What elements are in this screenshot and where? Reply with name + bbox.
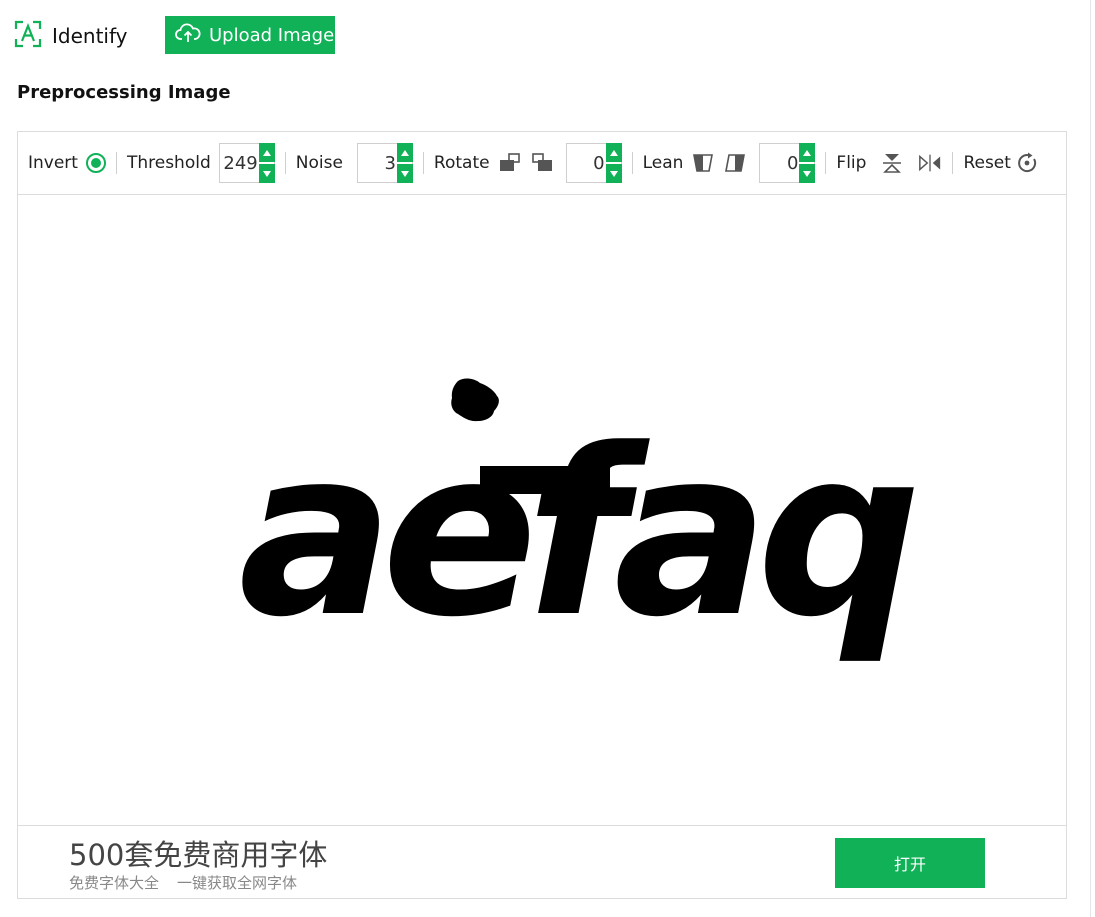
ad-title: 500套免费商用字体: [69, 838, 328, 872]
toolbar-divider: [825, 152, 827, 174]
rotate-control: Rotate: [434, 143, 622, 183]
flip-horizontal-icon[interactable]: [918, 151, 942, 175]
lean-left-icon[interactable]: [691, 151, 715, 175]
identify-label: Identify: [52, 24, 128, 48]
invert-label: Invert: [28, 153, 78, 173]
rotate-arrows: [605, 143, 622, 183]
rotate-label: Rotate: [433, 153, 490, 173]
threshold-label: Threshold: [126, 153, 211, 173]
noise-input[interactable]: [357, 145, 398, 181]
ad-sub-right: 一键获取全网字体: [177, 874, 298, 892]
section-title: Preprocessing Image: [17, 82, 231, 103]
flip-label: Flip: [836, 153, 867, 173]
reset-icon[interactable]: [1015, 151, 1039, 175]
lean-down-arrow-icon[interactable]: [799, 164, 816, 183]
page-right-border: [1090, 0, 1091, 917]
ad-subtitle: 免费字体大全 一键获取全网字体: [69, 872, 297, 893]
upload-image-button[interactable]: Upload Image: [165, 16, 335, 54]
lean-input[interactable]: [760, 145, 801, 181]
threshold-stepper[interactable]: [218, 143, 275, 183]
threshold-control: Threshold: [127, 143, 275, 183]
cloud-upload-icon: [175, 22, 201, 49]
image-preview-area: aefaq: [18, 195, 1066, 825]
lean-arrows: [799, 143, 816, 183]
noise-up-arrow-icon[interactable]: [396, 143, 413, 162]
flip-control: Flip: [836, 151, 942, 175]
preprocess-panel: Invert Threshold Noise: [17, 131, 1067, 899]
top-bar: Identify Upload Image: [14, 16, 335, 56]
threshold-arrows: [258, 143, 275, 183]
noise-control: Noise: [296, 143, 413, 183]
rotate-up-arrow-icon[interactable]: [605, 143, 622, 162]
noise-label: Noise: [295, 153, 343, 173]
lean-stepper[interactable]: [759, 143, 816, 183]
processed-image: aefaq: [238, 378, 926, 668]
ad-sub-left: 免费字体大全: [69, 874, 160, 892]
identify-tab[interactable]: Identify: [14, 20, 128, 52]
toolbar-divider: [284, 152, 286, 174]
upload-image-label: Upload Image: [209, 24, 335, 46]
invert-radio[interactable]: [85, 153, 106, 173]
rotate-down-arrow-icon[interactable]: [605, 164, 622, 183]
toolbar-divider: [952, 152, 954, 174]
lean-control: Lean: [643, 143, 816, 183]
noise-stepper[interactable]: [356, 143, 413, 183]
rotate-input[interactable]: [566, 145, 607, 181]
ad-open-button[interactable]: 打开: [835, 838, 985, 888]
noise-down-arrow-icon[interactable]: [396, 164, 413, 183]
toolbar-divider: [115, 152, 117, 174]
toolbar-divider: [422, 152, 424, 174]
lean-label: Lean: [642, 153, 684, 173]
text-scan-icon: [14, 20, 42, 52]
invert-control[interactable]: Invert: [28, 153, 106, 173]
reset-label: Reset: [963, 153, 1011, 173]
reset-control[interactable]: Reset: [963, 151, 1039, 175]
rotate-right-icon[interactable]: [530, 151, 554, 175]
threshold-input[interactable]: [219, 145, 260, 181]
rotate-stepper[interactable]: [565, 143, 622, 183]
ad-banner[interactable]: 500套免费商用字体 免费字体大全 一键获取全网字体 打开: [18, 825, 1066, 898]
lean-up-arrow-icon[interactable]: [799, 143, 816, 162]
processed-text: aefaq: [238, 401, 913, 668]
preprocess-toolbar: Invert Threshold Noise: [18, 132, 1066, 195]
rotate-left-icon[interactable]: [498, 151, 522, 175]
noise-arrows: [396, 143, 413, 183]
toolbar-divider: [631, 152, 633, 174]
threshold-up-arrow-icon[interactable]: [258, 143, 275, 162]
lean-right-icon[interactable]: [723, 151, 747, 175]
threshold-down-arrow-icon[interactable]: [258, 164, 275, 183]
flip-vertical-icon[interactable]: [880, 151, 904, 175]
